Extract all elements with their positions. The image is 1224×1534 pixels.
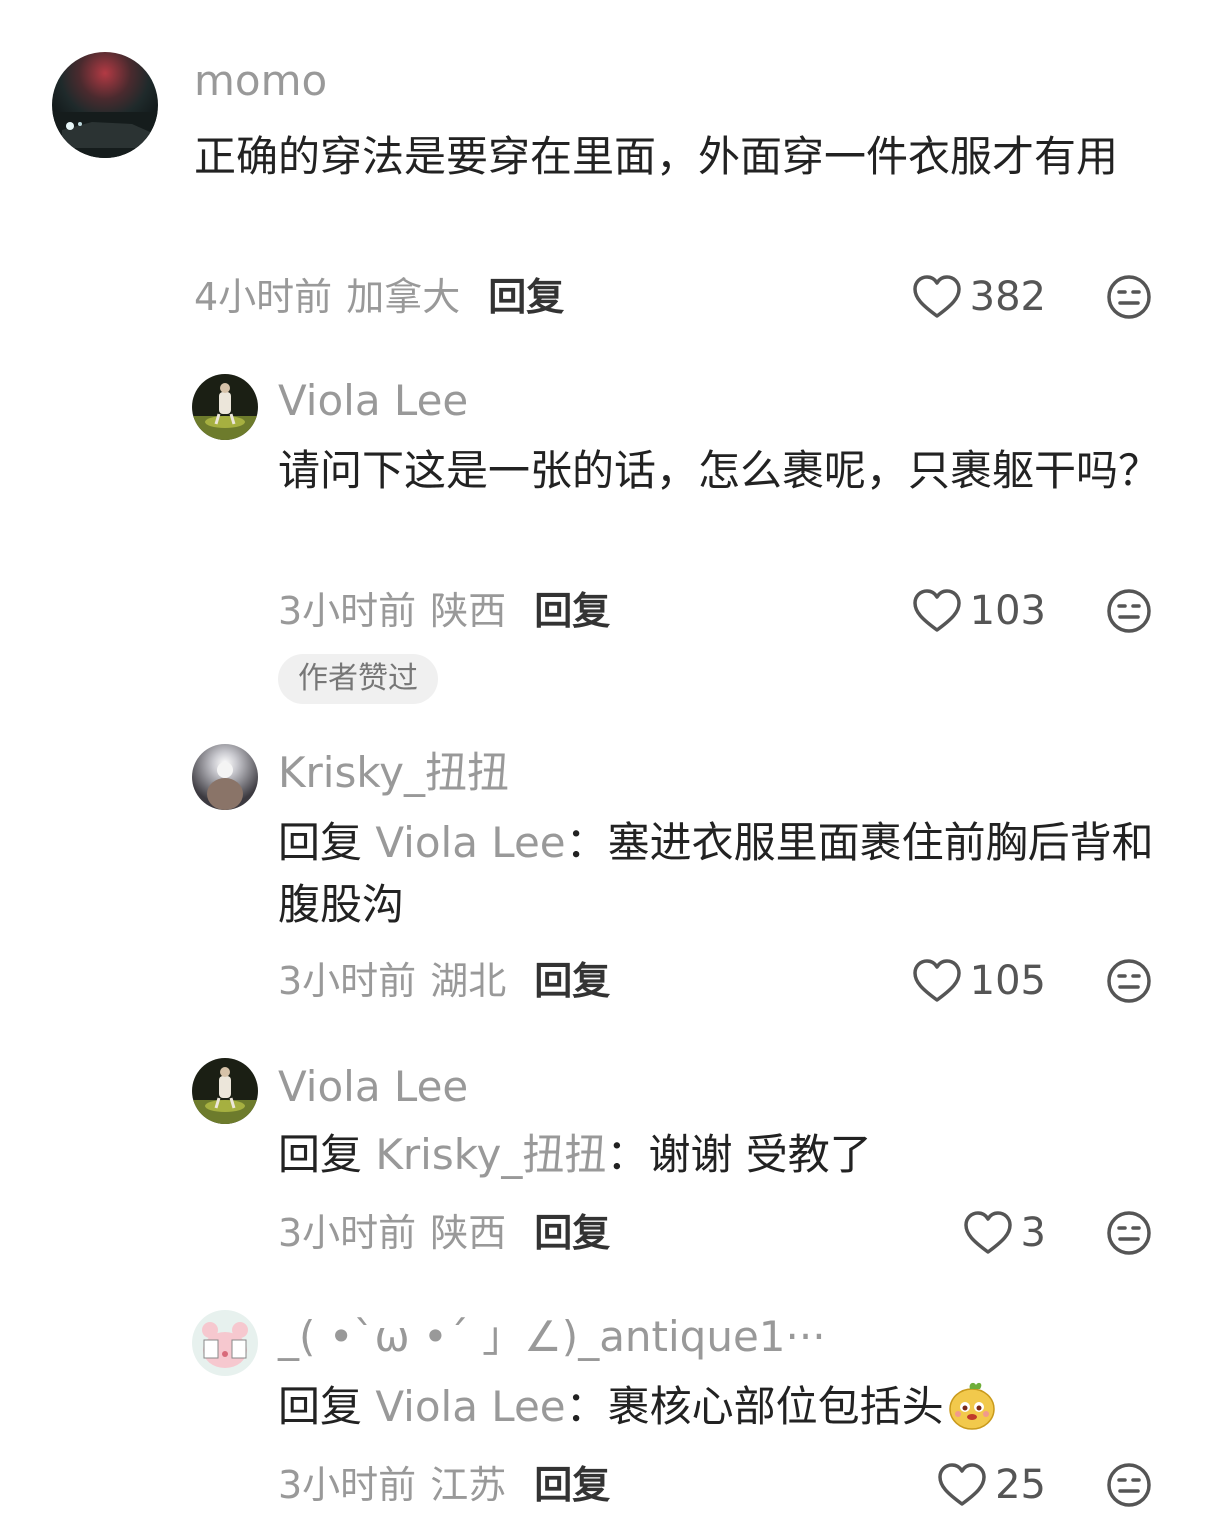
comment-text: 回复 Viola Lee：裹核心部位包括头 bbox=[278, 1376, 1178, 1438]
comment-body: 裹核心部位包括头 bbox=[607, 1382, 944, 1431]
reply-prefix: 回复 bbox=[278, 1382, 363, 1431]
like-button[interactable]: 25 bbox=[937, 1462, 1046, 1508]
heart-outline-icon bbox=[938, 1463, 986, 1506]
reply-button[interactable]: 回复 bbox=[534, 1463, 610, 1507]
location: 江苏 bbox=[430, 1463, 507, 1507]
comment-meta: 3小时前 江苏 回复 bbox=[278, 1466, 610, 1504]
avatar[interactable] bbox=[192, 1310, 258, 1376]
reply-target-username[interactable]: Viola Lee bbox=[375, 1382, 565, 1431]
dislike-button[interactable] bbox=[1106, 1462, 1152, 1508]
yellow-bean-emoji bbox=[948, 1382, 995, 1430]
meh-face-icon bbox=[1107, 1463, 1151, 1507]
timestamp: 3小时前 bbox=[278, 1463, 417, 1507]
like-count: 25 bbox=[995, 1462, 1046, 1508]
username[interactable]: _( •`ω •´ 」∠)_antique1··· bbox=[278, 1316, 826, 1358]
reply-separator: ： bbox=[565, 1382, 608, 1431]
comment-item: _( •`ω •´ 」∠)_antique1··· 回复 Viola Lee：裹… bbox=[0, 0, 1224, 1534]
